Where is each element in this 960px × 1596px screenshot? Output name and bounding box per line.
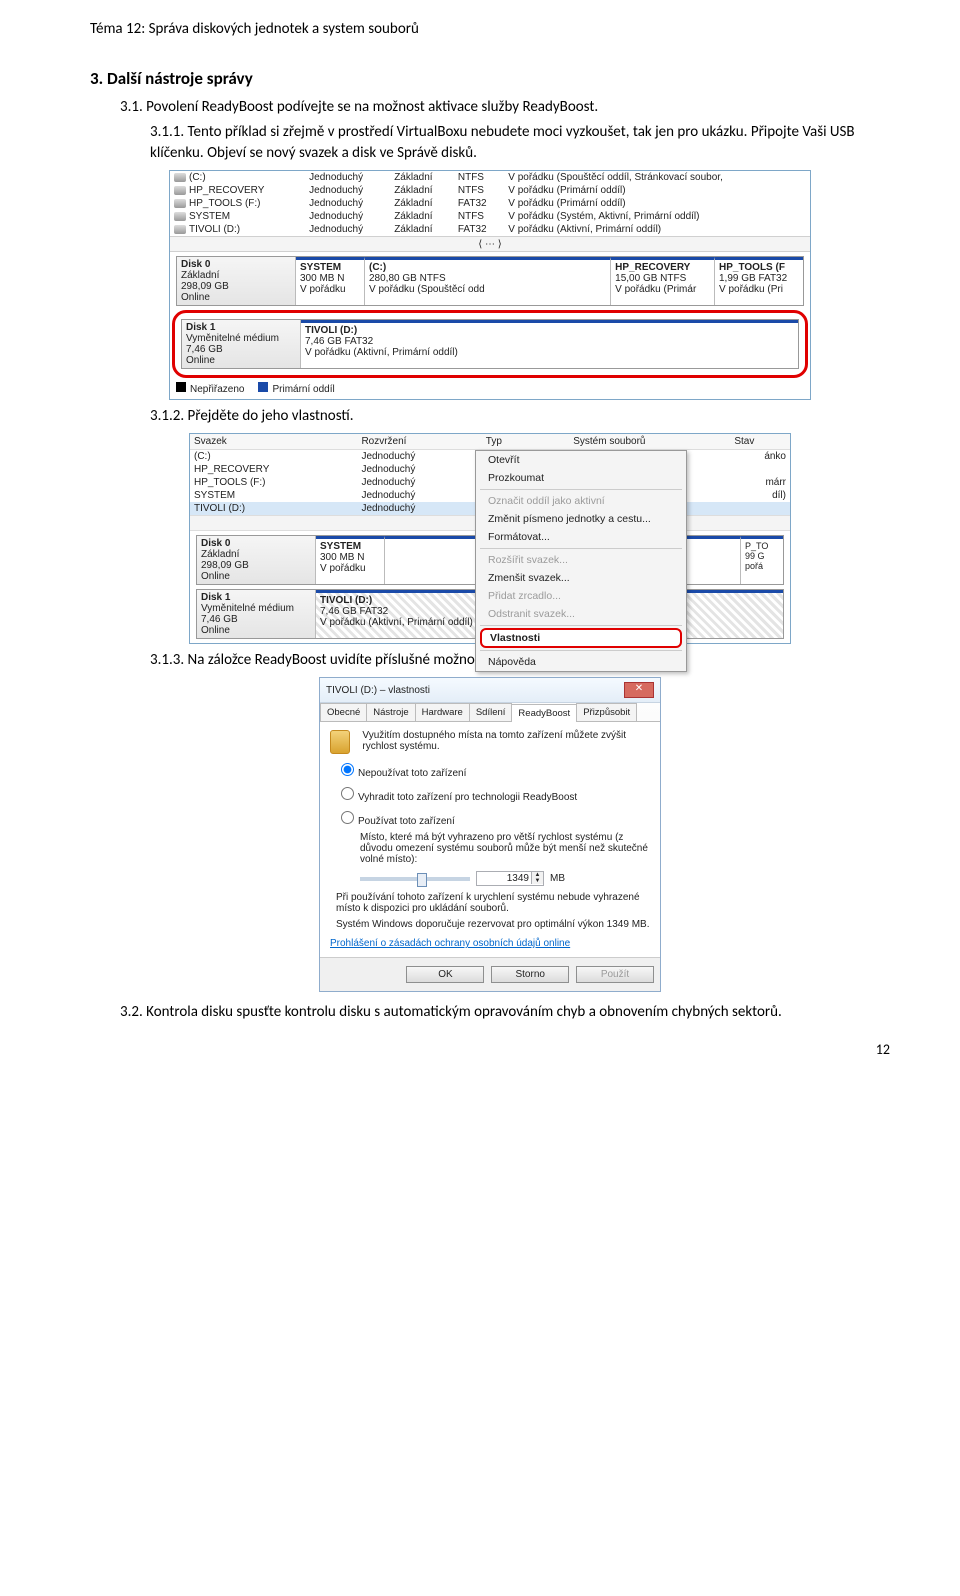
radio-dedicate[interactable]: Vyhradit toto zařízení pro technologii R… bbox=[336, 784, 650, 803]
disk-management-figure-1: (C:)JednoduchýZákladníNTFSV pořádku (Spo… bbox=[169, 170, 811, 400]
volume-row[interactable]: HP_RECOVERYJednoduchýZákladníNTFSV pořád… bbox=[170, 184, 810, 197]
volume-row[interactable]: (C:)JednoduchýZákladníNTFSV pořádku (Spo… bbox=[170, 171, 810, 184]
dialog-tabs: ObecnéNástrojeHardwareSdíleníReadyBoostP… bbox=[320, 703, 660, 722]
tab-sdílení[interactable]: Sdílení bbox=[469, 703, 513, 721]
partition[interactable]: SYSTEM300 MB NV pořádku bbox=[316, 536, 385, 584]
readyboost-icon bbox=[330, 730, 350, 754]
tab-nástroje[interactable]: Nástroje bbox=[366, 703, 415, 721]
unit-label: MB bbox=[550, 873, 565, 884]
disk1-header[interactable]: Disk 1 Vyměnitelné médium 7,46 GB Online bbox=[197, 590, 316, 638]
document-header: Téma 12: Správa diskových jednotek a sys… bbox=[90, 20, 890, 38]
volume-row[interactable]: SYSTEMJednoduchýZákladníNTFSV pořádku (S… bbox=[170, 210, 810, 223]
menu-item: Označit oddíl jako aktivní bbox=[476, 492, 686, 510]
readyboost-properties-dialog: TIVOLI (D:) – vlastnosti ✕ ObecnéNástroj… bbox=[319, 677, 661, 992]
menu-item: Odstranit svazek... bbox=[476, 605, 686, 623]
apply-button[interactable]: Použít bbox=[576, 966, 654, 983]
partition[interactable]: TIVOLI (D:)7,46 GB FAT32V pořádku (Aktiv… bbox=[301, 320, 798, 368]
partition[interactable]: (C:)280,80 GB NTFSV pořádku (Spouštěcí o… bbox=[365, 257, 611, 305]
close-icon[interactable]: ✕ bbox=[624, 682, 654, 698]
spinner[interactable]: ▲▼ bbox=[531, 872, 543, 884]
section-3-title: 3. Další nástroje správy bbox=[90, 68, 890, 89]
radio-disable[interactable]: Nepoužívat toto zařízení bbox=[336, 760, 650, 779]
volume-row[interactable]: TIVOLI (D:)JednoduchýZákladníFAT32V pořá… bbox=[170, 223, 810, 236]
note-1: Při používání tohoto zařízení k urychlen… bbox=[336, 892, 650, 914]
para-3-1-1: 3.1.1. Tento příklad si zřejmě v prostře… bbox=[150, 122, 890, 164]
disk0-panel: Disk 0 Základní 298,09 GB Online SYSTEM3… bbox=[176, 256, 804, 306]
partition[interactable]: SYSTEM300 MB NV pořádku bbox=[296, 257, 365, 305]
menu-item: Přidat zrcadlo... bbox=[476, 587, 686, 605]
cancel-button[interactable]: Storno bbox=[491, 966, 569, 983]
disk0-header[interactable]: Disk 0 Základní 298,09 GB Online bbox=[197, 536, 316, 584]
legend: Nepřiřazeno Primární oddíl bbox=[170, 378, 810, 399]
menu-item[interactable]: Formátovat... bbox=[476, 528, 686, 546]
tab-přizpůsobit[interactable]: Přizpůsobit bbox=[576, 703, 637, 721]
menu-item[interactable]: Nápověda bbox=[476, 653, 686, 671]
note-2: Systém Windows doporučuje rezervovat pro… bbox=[336, 919, 650, 930]
menu-item[interactable]: Otevřít bbox=[476, 451, 686, 469]
disk1-panel: Disk 1 Vyměnitelné médium 7,46 GB Online… bbox=[181, 319, 799, 369]
slider-label: Místo, které má být vyhrazeno pro větší … bbox=[360, 832, 650, 865]
para-3-1: 3.1. Povolení ReadyBoost podívejte se na… bbox=[120, 97, 890, 118]
page-number: 12 bbox=[90, 1041, 890, 1058]
tab-obecné[interactable]: Obecné bbox=[320, 703, 367, 721]
dialog-title-bar: TIVOLI (D:) – vlastnosti ✕ bbox=[320, 678, 660, 703]
menu-item: Rozšířit svazek... bbox=[476, 551, 686, 569]
intro-text: Využitím dostupného místa na tomto zaříz… bbox=[362, 730, 650, 752]
partition[interactable]: HP_RECOVERY15,00 GB NTFSV pořádku (Primá… bbox=[611, 257, 715, 305]
menu-item[interactable]: Změnit písmeno jednotky a cestu... bbox=[476, 510, 686, 528]
horizontal-scrollbar[interactable]: ⟨ ⋯ ⟩ bbox=[170, 236, 810, 252]
disk-management-figure-2: Svazek Rozvržení Typ Systém souborů Stav… bbox=[189, 433, 791, 644]
context-menu: OtevřítProzkoumat Označit oddíl jako akti… bbox=[475, 450, 687, 672]
radio-use[interactable]: Používat toto zařízení bbox=[336, 808, 650, 827]
partition-edge: P_TO99 Gpořá bbox=[741, 536, 783, 584]
size-slider[interactable] bbox=[360, 877, 470, 881]
menu-item[interactable]: Prozkoumat bbox=[476, 469, 686, 487]
menu-item[interactable]: Zmenšit svazek... bbox=[476, 569, 686, 587]
partition[interactable]: HP_TOOLS (F1,99 GB FAT32V pořádku (Pri bbox=[715, 257, 803, 305]
privacy-link[interactable]: Prohlášení o zásadách ochrany osobních ú… bbox=[330, 938, 650, 949]
volume-table: (C:)JednoduchýZákladníNTFSV pořádku (Spo… bbox=[170, 171, 810, 236]
disk1-header[interactable]: Disk 1 Vyměnitelné médium 7,46 GB Online bbox=[182, 320, 301, 368]
tab-readyboost[interactable]: ReadyBoost bbox=[511, 704, 577, 722]
size-input[interactable]: 1349 ▲▼ bbox=[476, 871, 544, 886]
menu-item[interactable]: Vlastnosti bbox=[480, 628, 682, 648]
para-3-2: 3.2. Kontrola disku spusťte kontrolu dis… bbox=[120, 1002, 890, 1023]
volume-row[interactable]: HP_TOOLS (F:)JednoduchýZákladníFAT32V po… bbox=[170, 197, 810, 210]
disk0-header[interactable]: Disk 0 Základní 298,09 GB Online bbox=[177, 257, 296, 305]
dialog-title: TIVOLI (D:) – vlastnosti bbox=[326, 685, 430, 696]
ok-button[interactable]: OK bbox=[406, 966, 484, 983]
para-3-1-2: 3.1.2. Přejděte do jeho vlastností. bbox=[150, 406, 890, 427]
tab-hardware[interactable]: Hardware bbox=[415, 703, 470, 721]
disk1-highlight: Disk 1 Vyměnitelné médium 7,46 GB Online… bbox=[172, 310, 808, 378]
